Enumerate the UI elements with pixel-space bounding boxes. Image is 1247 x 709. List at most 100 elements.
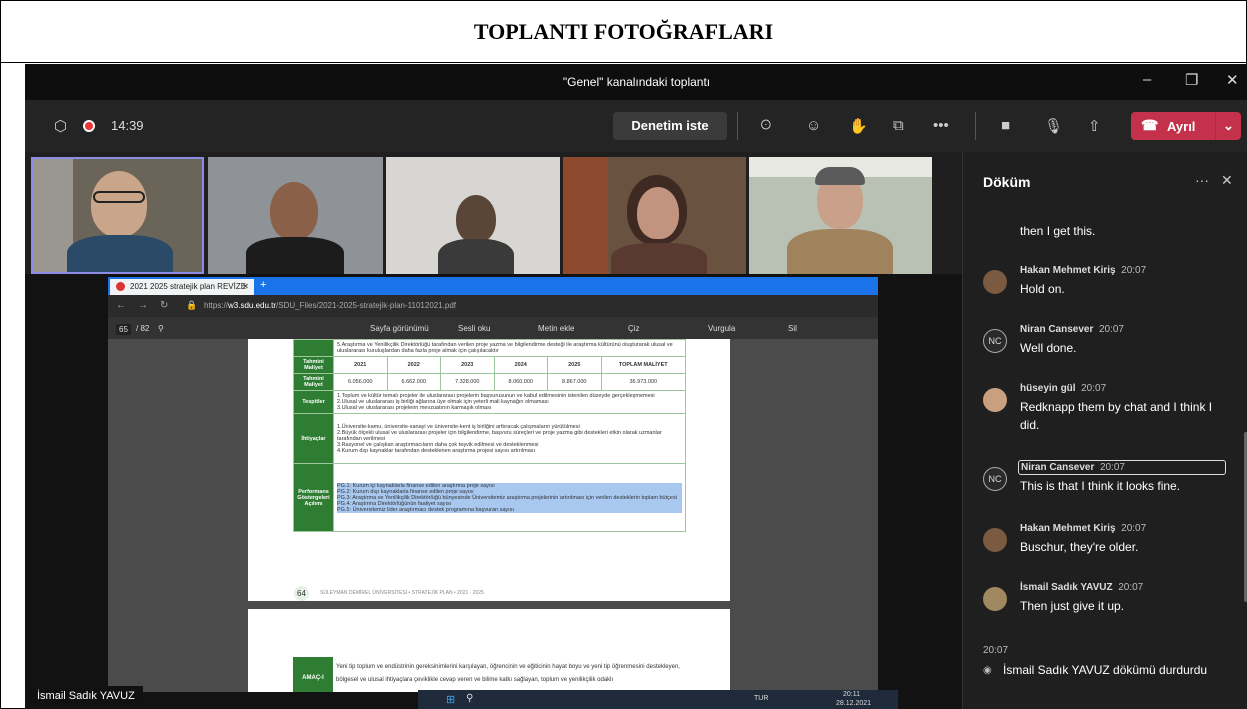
meeting-timer: 14:39 (111, 118, 144, 133)
entry-text: Then just give it up. (1020, 599, 1125, 613)
toolbar-divider (975, 112, 976, 140)
pdf-tool-erase[interactable]: Sil (788, 324, 797, 333)
chevron-down-icon[interactable]: ⌄ (1215, 112, 1241, 140)
reload-icon[interactable]: ↻ (160, 300, 168, 311)
total-header: TOPLAM MALİYET (600, 356, 686, 374)
microphone-icon[interactable]: 🎙 (1044, 117, 1063, 135)
year-header: 2023 (440, 356, 495, 374)
transcript-text: then I get this. (1020, 224, 1096, 238)
participant-video-tile[interactable] (563, 157, 746, 274)
transcript-title: Döküm (983, 174, 1031, 190)
camera-icon[interactable]: ■ (1001, 117, 1010, 134)
entry-text: Buschur, they're older. (1020, 540, 1139, 554)
row-label: Performans Göstergeleri Açılımı (293, 463, 334, 532)
leave-label: Ayrıl (1167, 119, 1196, 134)
avatar: NC (983, 329, 1007, 353)
page-number-badge: 64 (294, 586, 309, 601)
pdf-toolbar: 65 / 82 ⚲ Sayfa görünümü Sesli oku Metin… (108, 317, 878, 339)
maximize-icon[interactable]: ❐ (1185, 71, 1198, 89)
entry-meta: hüseyin gül 20:07 (1020, 383, 1107, 394)
pdf-tool-read-aloud[interactable]: Sesli oku (458, 324, 490, 333)
system-time: 20:07 (983, 645, 1009, 656)
entry-text: Hold on. (1020, 282, 1065, 296)
row-label: İhtiyaçlar (293, 413, 334, 464)
minimize-icon[interactable]: – (1143, 71, 1151, 88)
raise-hand-icon[interactable]: ✋ (849, 117, 868, 135)
page-footer: SÜLEYMAN DEMİREL ÜNİVERSİTESİ • STRATEJİ… (320, 590, 484, 596)
row-label: Tahmini Maliyet (293, 356, 334, 374)
address-url: https://w3.sdu.edu.tr/SDU_Files/2021-202… (204, 301, 457, 310)
window-title: "Genel" kanalındaki toplantı (562, 75, 711, 89)
indicators-cell[interactable]: PG.1: Kurum içi kaynaklarla finanse edil… (333, 463, 686, 532)
page-total: / 82 (136, 324, 150, 333)
entry-meta: Hakan Mehmet Kiriş 20:07 (1020, 265, 1147, 276)
teams-meeting-screenshot: "Genel" kanalındaki toplantı – ❐ ✕ ⬡ 14:… (25, 64, 1247, 709)
participant-video-tile[interactable] (386, 157, 560, 274)
cost-cell: 8.060.000 (493, 373, 548, 391)
pdf-favicon-icon (116, 282, 125, 291)
close-tab-icon[interactable]: ✕ (242, 282, 249, 291)
search-icon[interactable]: ⚲ (466, 693, 473, 704)
cost-cell: 7.328.000 (440, 373, 495, 391)
avatar (983, 388, 1007, 412)
strategic-plan-table: 5.Araştırma ve Yenilikçilik Direktörlüğü… (293, 339, 686, 532)
cost-cell: 8.867.000 (547, 373, 602, 391)
page-number-input[interactable]: 65 (116, 324, 131, 335)
pdf-tool-highlight[interactable]: Vurgula (708, 324, 735, 333)
pdf-tool-add-text[interactable]: Metin ekle (538, 324, 574, 333)
year-header: 2024 (493, 356, 548, 374)
request-control-button[interactable]: Denetim iste (613, 112, 727, 140)
close-icon[interactable]: ✕ (1226, 71, 1239, 89)
goal-label: AMAÇ-I (293, 657, 333, 692)
findings-cell: 1.Toplum ve kültür temalı projeler ile u… (333, 390, 686, 414)
year-header: 2025 (547, 356, 602, 374)
pdf-page: AMAÇ-I Yeni tip toplum ve endüstrinin ge… (248, 609, 730, 692)
hang-up-icon: ☎ (1141, 117, 1159, 133)
windows-taskbar: ⊞ ⚲ TUR 20:11 28.12.2021 (418, 690, 898, 709)
row-label: Tahmini Maliyet (293, 373, 334, 391)
back-icon[interactable]: ← (116, 300, 126, 311)
entry-meta: Niran Cansever 20:07 (1018, 460, 1226, 475)
table-cell: 5.Araştırma ve Yenilikçilik Direktörlüğü… (333, 339, 686, 357)
goal-text: Yeni tip toplum ve endüstrinin gereksini… (336, 664, 680, 683)
leave-button[interactable]: ☎ Ayrıl ⌄ (1131, 112, 1241, 140)
forward-icon[interactable]: → (138, 300, 148, 311)
presenter-name: İsmail Sadık YAVUZ (29, 686, 143, 706)
window-titlebar: "Genel" kanalındaki toplantı – ❐ ✕ (25, 64, 1247, 100)
total-cost-cell: 36.973.000 (600, 373, 686, 391)
lock-icon: 🔒 (186, 300, 198, 310)
entry-text: Well done. (1020, 341, 1077, 355)
language-indicator[interactable]: TUR (754, 695, 768, 702)
search-icon[interactable]: ⚲ (158, 324, 164, 333)
row-label: Tespitler (293, 390, 334, 414)
windows-start-icon[interactable]: ⊞ (446, 693, 455, 706)
more-options-icon[interactable]: ••• (933, 117, 949, 134)
avatar (983, 270, 1007, 294)
year-header: 2022 (386, 356, 441, 374)
participant-video-tile[interactable] (31, 157, 204, 274)
pdf-tool-draw[interactable]: Çiz (628, 324, 640, 333)
entry-meta: İsmail Sadık YAVUZ 20:07 (1020, 582, 1144, 593)
avatar (983, 528, 1007, 552)
browser-tab-title: 2021 2025 stratejik plan REVİZE (130, 282, 247, 291)
toolbar-divider (737, 112, 738, 140)
stop-icon: ◉ (983, 665, 992, 676)
people-icon[interactable]: ꖴ (760, 117, 772, 134)
more-options-icon[interactable]: ··· (1195, 172, 1209, 188)
avatar (983, 587, 1007, 611)
cost-cell: 6.662.000 (386, 373, 441, 391)
pdf-tool-page-view[interactable]: Sayfa görünümü (370, 324, 429, 333)
share-screen-icon[interactable]: ⇧ (1088, 117, 1101, 135)
year-header: 2021 (333, 356, 388, 374)
participant-video-tile[interactable] (749, 157, 932, 274)
new-tab-icon[interactable]: + (260, 279, 266, 291)
breakout-rooms-icon[interactable]: ⧉ (893, 117, 904, 134)
browser-tab-bar: 2021 2025 stratejik plan REVİZE ✕ + (108, 277, 878, 295)
browser-address-bar[interactable]: ← → ↻ 🔒 https://w3.sdu.edu.tr/SDU_Files/… (108, 295, 878, 317)
chat-icon[interactable]: ☺ (806, 117, 821, 134)
pdf-viewer: 5.Araştırma ve Yenilikçilik Direktörlüğü… (108, 339, 878, 692)
close-panel-icon[interactable]: ✕ (1221, 172, 1233, 189)
browser-tab[interactable]: 2021 2025 stratejik plan REVİZE ✕ (110, 279, 254, 295)
cost-cell: 6.056.000 (333, 373, 388, 391)
participant-video-tile[interactable] (208, 157, 383, 274)
